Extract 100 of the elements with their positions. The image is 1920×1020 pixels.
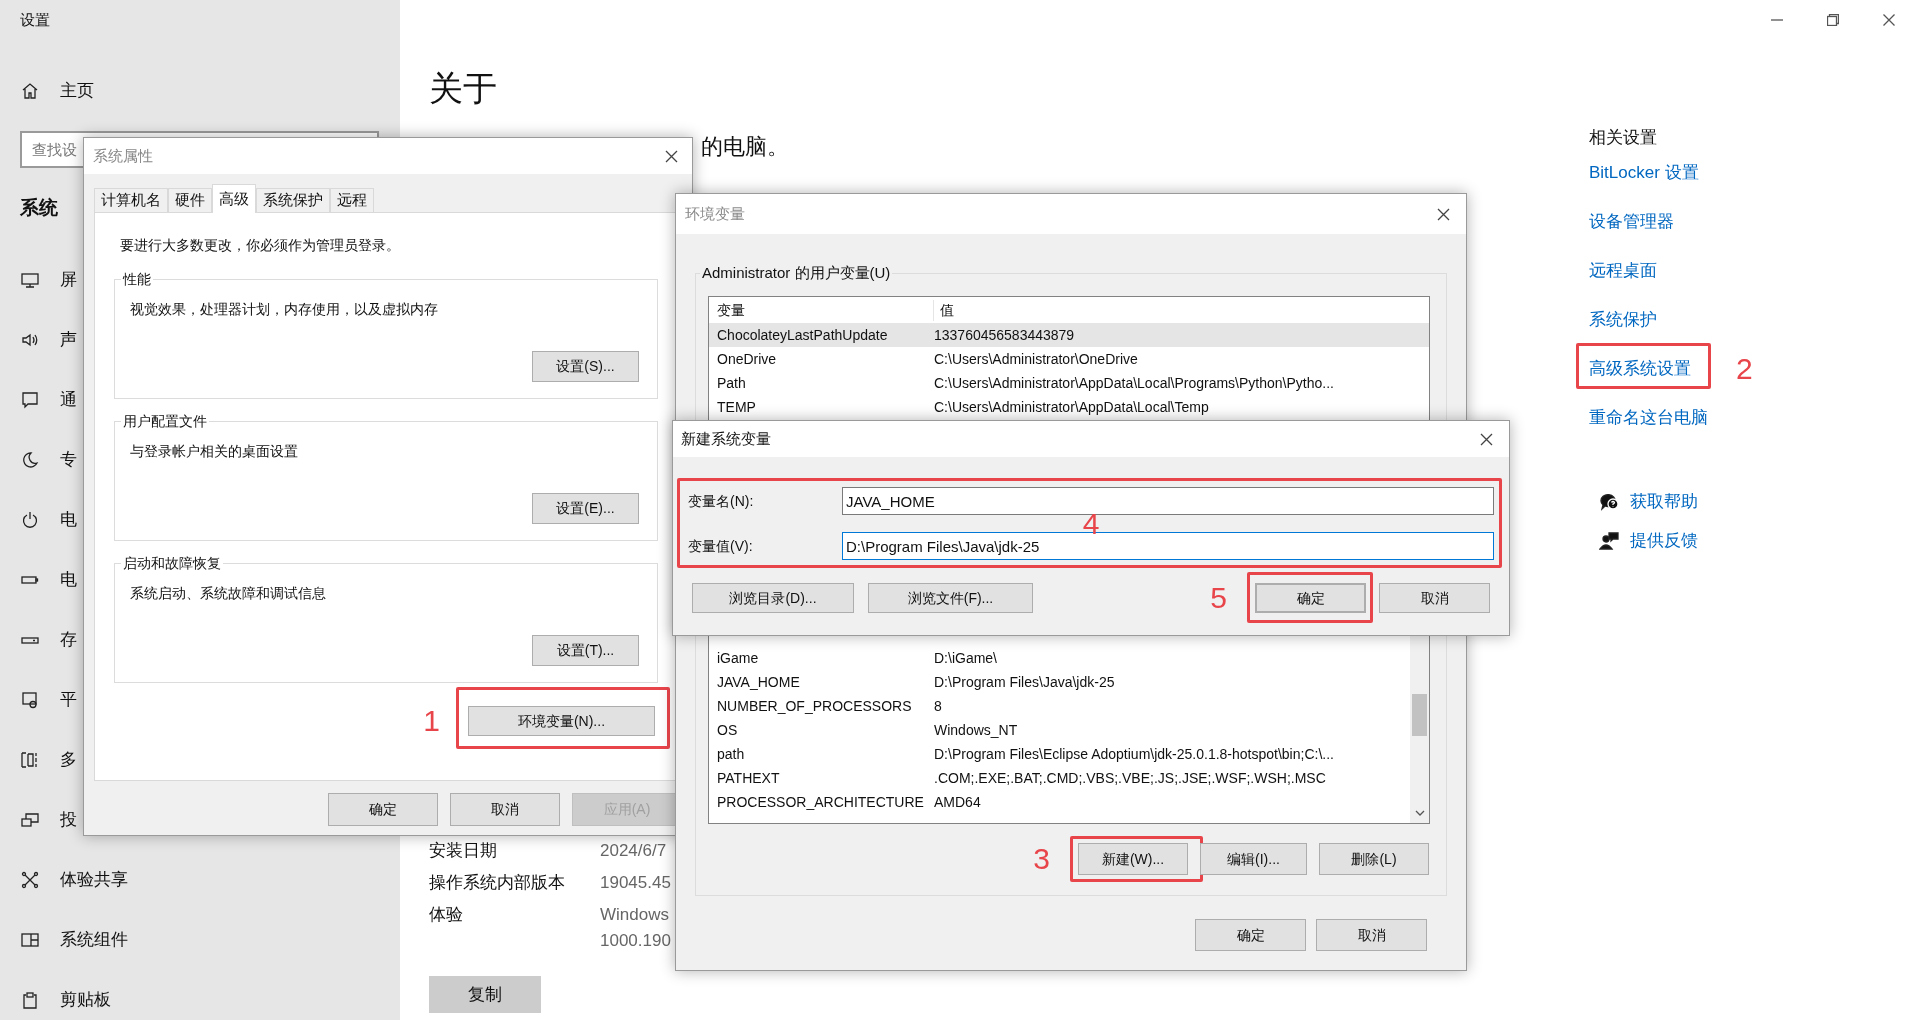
field-label: 变量值(V): (688, 536, 754, 556)
close-icon (1436, 207, 1450, 221)
variable-name: PROCESSOR_ARCHITECTURE (716, 792, 925, 812)
dialog-button[interactable]: 取消 (1316, 919, 1427, 951)
spec-value: 19045.45 (600, 872, 671, 894)
settings-button[interactable]: 设置(T)... (532, 635, 639, 666)
section-heading: 系统 (20, 195, 58, 220)
dialog-button[interactable]: 编辑(I)... (1200, 843, 1307, 875)
page-subtitle: 的电脑。 (701, 135, 789, 159)
column-header[interactable]: 值 (934, 299, 954, 321)
notice-text: 要进行大多数更改，你必须作为管理员登录。 (119, 236, 400, 255)
nav-item[interactable]: 声 (20, 320, 77, 360)
chevron-down-icon (1414, 810, 1425, 816)
related-link[interactable]: 设备管理器 (1589, 210, 1674, 234)
multitask-icon (20, 750, 40, 770)
tab[interactable]: 远程 (330, 188, 374, 212)
step-number: 2 (1736, 353, 1753, 385)
person-chat-icon (1599, 531, 1619, 551)
support-link[interactable]: 获取帮助 (1630, 490, 1698, 514)
nav-item[interactable]: 存 (20, 620, 77, 660)
dialog-button[interactable]: 取消 (450, 793, 560, 826)
related-link[interactable]: 远程桌面 (1589, 259, 1657, 283)
dialog-button[interactable]: 新建(W)... (1078, 843, 1188, 875)
support-link[interactable]: 提供反馈 (1630, 529, 1698, 553)
variable-value: D:\Program Files\Java\jdk-25 (934, 672, 1115, 692)
tablet-pen-icon (20, 690, 40, 710)
group-title: 启动和故障恢复 (121, 553, 223, 573)
browse-button[interactable]: 浏览文件(F)... (868, 583, 1033, 613)
variable-value: D:\Program Files\Eclipse Adoptium\jdk-25.0.1.8-hotspot\bin;C:\... (934, 744, 1334, 764)
panel-icon (20, 930, 40, 950)
dialog-button[interactable]: 确定 (328, 793, 438, 826)
variable-name: TEMP (716, 397, 757, 417)
nav-item[interactable]: 主页 (20, 66, 94, 116)
variable-name: PATHEXT (716, 768, 781, 788)
variable-name: Path (716, 373, 747, 393)
nav-item[interactable]: 屏 (20, 260, 77, 300)
variable-value: Windows_NT (934, 720, 1018, 740)
group-title: 性能 (121, 269, 153, 289)
nav-item[interactable]: 专 (20, 440, 77, 480)
dialog-button[interactable]: 删除(L) (1319, 843, 1429, 875)
dialog-button[interactable]: 取消 (1379, 583, 1490, 613)
nav-item[interactable]: 通 (20, 380, 77, 420)
browse-button[interactable]: 浏览目录(D)... (692, 583, 854, 613)
variable-value: .COM;.EXE;.BAT;.CMD;.VBS;.VBE;.JS;.JSE;.WSF;.WSH;.MSC (934, 768, 1326, 788)
dialog-title: 新建系统变量 (681, 428, 771, 449)
column-header[interactable]: 变量 (709, 299, 934, 321)
speech-bubble-icon (20, 390, 40, 410)
field-label: 变量名(N): (688, 491, 755, 511)
copy-button[interactable]: 复制 (429, 976, 541, 1013)
close-icon (1883, 14, 1895, 26)
variable-name: iGame (716, 648, 760, 668)
tab[interactable]: 系统保护 (256, 188, 330, 212)
chat-help-icon (1599, 492, 1619, 512)
home-icon (20, 81, 40, 101)
moon-icon (20, 450, 40, 470)
step-number: 1 (423, 705, 440, 737)
variable-name: NUMBER_OF_PROCESSORS (716, 696, 913, 716)
related-link[interactable]: 系统保护 (1589, 308, 1657, 332)
variable-value: AMD64 (934, 792, 981, 812)
close-icon (664, 149, 678, 163)
environment-variables-button[interactable]: 环境变量(N)... (468, 706, 655, 736)
nav-item[interactable]: 电 (20, 560, 77, 600)
page-title: 关于 (429, 70, 497, 106)
tab[interactable]: 高级 (212, 184, 256, 213)
related-link[interactable]: 高级系统设置 (1589, 357, 1691, 381)
step-number: 3 (1033, 843, 1050, 875)
nav-item[interactable]: 多 (20, 740, 77, 780)
nav-item[interactable]: 电 (20, 500, 77, 540)
nav-item[interactable]: 投 (20, 800, 77, 840)
spec-value: 1000.190 (600, 930, 671, 952)
dialog-button[interactable]: 确定 (1195, 919, 1306, 951)
power-icon (20, 510, 40, 530)
variable-value: C:\Users\Administrator\AppData\Local\Temp (934, 397, 1209, 417)
restore-icon (1827, 14, 1839, 26)
spec-label: 操作系统内部版本 (429, 872, 566, 894)
variable-row[interactable]: ChocolateyLastPathUpdate 133760456583443879 (709, 323, 1429, 347)
variable-name: JAVA_HOME (716, 672, 801, 692)
settings-button[interactable]: 设置(E)... (532, 493, 639, 524)
nav-item[interactable]: 剪贴板 (20, 980, 111, 1020)
variable-value: 133760456583443879 (934, 325, 1075, 345)
nav-item[interactable]: 体验共享 (20, 860, 128, 900)
dialog-button[interactable]: 确定 (1255, 583, 1366, 613)
related-link[interactable]: BitLocker 设置 (1589, 161, 1699, 185)
input-field[interactable]: JAVA_HOME (842, 487, 1494, 515)
related-link[interactable]: 重命名这台电脑 (1589, 406, 1708, 430)
spec-value: Windows (600, 904, 669, 926)
scrollbar-thumb[interactable] (1412, 694, 1427, 736)
nav-item[interactable]: 平 (20, 680, 77, 720)
close-icon (1479, 432, 1493, 446)
variable-name: OS (716, 720, 739, 740)
section-heading: 相关设置 (1589, 127, 1657, 149)
variable-name: path (716, 744, 746, 764)
tab[interactable]: 硬件 (168, 188, 212, 212)
group-title: Administrator 的用户变量(U) (700, 263, 893, 283)
nav-item[interactable]: 系统组件 (20, 920, 128, 960)
spec-value: 2024/6/7 (600, 840, 667, 862)
variable-name: ChocolateyLastPathUpdate (716, 325, 889, 345)
tab[interactable]: 计算机名 (94, 188, 168, 212)
settings-button[interactable]: 设置(S)... (532, 351, 639, 382)
group-description: 系统启动、系统故障和调试信息 (130, 584, 326, 603)
